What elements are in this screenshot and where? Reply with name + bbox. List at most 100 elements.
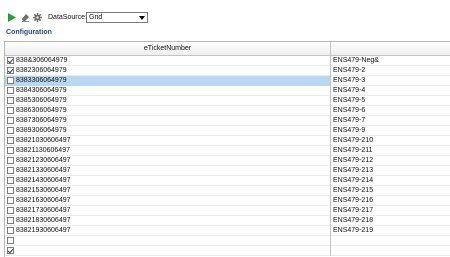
table-row[interactable]: 8385306064979 ENS479-5 <box>5 96 450 106</box>
ticket-number: 83821930606497 <box>16 227 71 234</box>
ticket-number: 838&306064979 <box>16 57 68 64</box>
table-row[interactable]: 8387306064979 ENS479-7 <box>5 116 450 126</box>
row-checkbox[interactable] <box>7 167 14 174</box>
code-cell[interactable]: ENS479-5 <box>332 96 450 106</box>
row-checkbox[interactable] <box>7 107 14 114</box>
table-row[interactable]: 83821730606497 ENS479-217 <box>5 206 450 216</box>
ticket-cell[interactable]: 83821130606497 <box>5 146 331 156</box>
table-row[interactable]: 8382306064979 ENS479-2 <box>5 66 450 76</box>
configuration-link[interactable]: Configuration <box>6 29 52 36</box>
table-row[interactable]: 83821930606497 ENS479-219 <box>5 226 450 236</box>
ticket-cell[interactable]: 8385306064979 <box>5 96 331 106</box>
table-row[interactable]: 83821830606497 ENS479-218 <box>5 216 450 226</box>
table-row[interactable]: 83821230606497 ENS479-212 <box>5 156 450 166</box>
code-cell[interactable]: ENS479-2 <box>332 66 450 76</box>
code-cell[interactable]: ENS479-212 <box>332 156 450 166</box>
ticket-cell[interactable]: 8389306064979 <box>5 126 331 136</box>
ticket-cell[interactable]: 83821030606497 <box>5 136 331 146</box>
table-row[interactable]: 83821430606497 ENS479-214 <box>5 176 450 186</box>
code-cell[interactable]: ENS479-4 <box>332 86 450 96</box>
row-checkbox[interactable] <box>7 117 14 124</box>
ticket-cell[interactable]: 83821830606497 <box>5 216 331 226</box>
row-checkbox[interactable] <box>7 67 14 74</box>
table-row[interactable]: 83821330606497 ENS479-213 <box>5 166 450 176</box>
code-cell[interactable]: ENS479-210 <box>332 136 450 146</box>
ticket-cell[interactable] <box>5 236 331 246</box>
row-checkbox[interactable] <box>7 207 14 214</box>
code-cell[interactable]: ENS479-217 <box>332 206 450 216</box>
row-checkbox[interactable] <box>7 247 14 254</box>
ticket-cell[interactable]: 8383306064979 <box>5 76 331 86</box>
row-checkbox[interactable] <box>7 177 14 184</box>
row-checkbox[interactable] <box>7 187 14 194</box>
datasource-label: DataSource: <box>48 14 87 21</box>
table-row[interactable]: 8384306064979 ENS479-4 <box>5 86 450 96</box>
ticket-number: 8387306064979 <box>16 117 67 124</box>
code-cell[interactable]: ENS479-7 <box>332 116 450 126</box>
row-checkbox[interactable] <box>7 147 14 154</box>
ticket-cell[interactable]: 83821530606497 <box>5 186 331 196</box>
row-checkbox[interactable] <box>7 97 14 104</box>
grid-body: 838&306064979 ENS479-Neg& 8382306064979 ENS… <box>5 56 450 256</box>
table-row[interactable]: 8389306064979 ENS479-9 <box>5 126 450 136</box>
row-checkbox[interactable] <box>7 57 14 64</box>
ticket-cell[interactable]: 83821430606497 <box>5 176 331 186</box>
ticket-cell[interactable] <box>5 246 331 256</box>
code-cell[interactable]: ENS479-Neg& <box>332 56 450 66</box>
ticket-number: 83821130606497 <box>16 147 70 154</box>
row-checkbox[interactable] <box>7 237 14 244</box>
table-row[interactable]: 83821530606497 ENS479-215 <box>5 186 450 196</box>
code-cell[interactable]: ENS479-211 <box>332 146 450 156</box>
table-row[interactable]: 83821030606497 ENS479-210 <box>5 136 450 146</box>
ticket-cell[interactable]: 83821230606497 <box>5 156 331 166</box>
row-checkbox[interactable] <box>7 127 14 134</box>
code-cell[interactable]: ENS479-216 <box>332 196 450 206</box>
row-checkbox[interactable] <box>7 197 14 204</box>
table-row[interactable]: 83821630606497 ENS479-216 <box>5 196 450 206</box>
ticket-number: 83821430606497 <box>16 177 71 184</box>
code-cell[interactable]: ENS479-215 <box>332 186 450 196</box>
ticket-cell[interactable]: 8386306064979 <box>5 106 331 116</box>
code-cell[interactable]: ENS479-219 <box>332 226 450 236</box>
datasource-value: Grid <box>89 14 103 21</box>
ticket-number: 83821030606497 <box>16 137 71 144</box>
ticket-number: 83821330606497 <box>16 167 71 174</box>
row-checkbox[interactable] <box>7 227 14 234</box>
ticket-number: 83821830606497 <box>16 217 71 224</box>
ticket-cell[interactable]: 83821730606497 <box>5 206 331 216</box>
gear-icon[interactable] <box>33 13 42 22</box>
row-checkbox[interactable] <box>7 87 14 94</box>
code-cell[interactable]: ENS479-3 <box>332 76 450 86</box>
table-row[interactable]: 8383306064979 ENS479-3 <box>5 76 450 86</box>
table-row[interactable]: 83821130606497 ENS479-211 <box>5 146 450 156</box>
code-cell[interactable]: ENS479-6 <box>332 106 450 116</box>
table-row[interactable] <box>5 236 450 246</box>
column-header-eticketnumber[interactable]: eTicketNumber <box>5 42 331 55</box>
row-checkbox[interactable] <box>7 217 14 224</box>
table-row[interactable]: 838&306064979 ENS479-Neg& <box>5 56 450 66</box>
column-header-code[interactable] <box>331 42 450 55</box>
code-cell[interactable]: ENS479-214 <box>332 176 450 186</box>
play-icon[interactable] <box>7 13 16 22</box>
row-checkbox[interactable] <box>7 157 14 164</box>
ticket-cell[interactable]: 83821630606497 <box>5 196 331 206</box>
row-checkbox[interactable] <box>7 77 14 84</box>
code-cell[interactable]: ENS479-213 <box>332 166 450 176</box>
datasource-select[interactable]: Grid <box>86 12 148 23</box>
code-cell[interactable]: ENS479-218 <box>332 216 450 226</box>
code-cell[interactable] <box>332 246 450 256</box>
ticket-cell[interactable]: 838&306064979 <box>5 56 331 66</box>
ticket-cell[interactable]: 83821930606497 <box>5 226 331 236</box>
table-row[interactable]: 8386306064979 ENS479-6 <box>5 106 450 116</box>
ticket-number: 83821730606497 <box>16 207 71 214</box>
eraser-icon[interactable] <box>21 13 30 22</box>
code-cell[interactable]: ENS479-9 <box>332 126 450 136</box>
ticket-cell[interactable]: 8384306064979 <box>5 86 331 96</box>
ticket-cell[interactable]: 83821330606497 <box>5 166 331 176</box>
ticket-cell[interactable]: 8387306064979 <box>5 116 331 126</box>
table-row[interactable] <box>5 246 450 256</box>
row-checkbox[interactable] <box>7 137 14 144</box>
ticket-cell[interactable]: 8382306064979 <box>5 66 331 76</box>
grid-header: eTicketNumber <box>5 42 450 56</box>
code-cell[interactable] <box>332 236 450 246</box>
